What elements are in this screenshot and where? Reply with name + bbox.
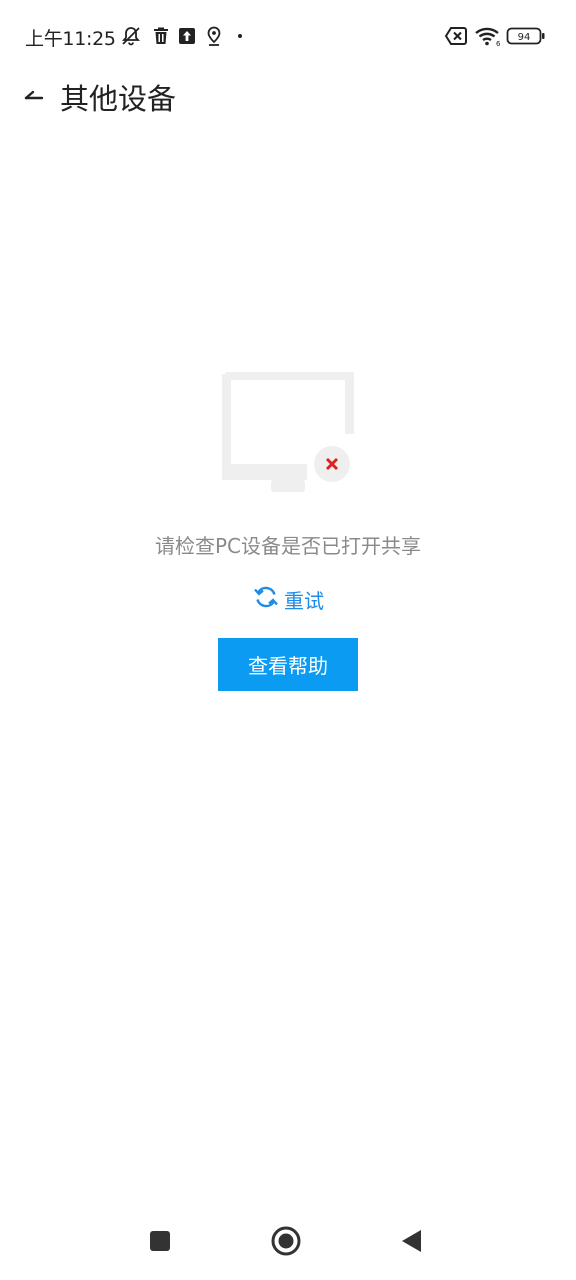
home-icon — [270, 1225, 302, 1261]
recent-apps-button[interactable] — [140, 1223, 180, 1263]
status-bar: 上午11:25 6 94 — [0, 0, 576, 72]
system-nav-bar — [0, 1205, 576, 1280]
svg-text:6: 6 — [496, 40, 501, 47]
location-icon — [203, 25, 225, 47]
monitor-error-icon — [219, 368, 357, 496]
battery-level: 94 — [518, 32, 531, 43]
retry-label: 重试 — [284, 588, 324, 613]
home-button[interactable] — [266, 1223, 306, 1263]
app-bar: 其他设备 — [0, 72, 576, 120]
dot-icon — [229, 25, 251, 47]
wifi-icon: 6 — [474, 25, 502, 48]
back-arrow-icon — [22, 82, 46, 110]
back-icon — [399, 1228, 423, 1258]
empty-state-message: 请检查PC设备是否已打开共享 — [154, 534, 422, 558]
page-title: 其他设备 — [60, 82, 177, 116]
recent-apps-icon — [148, 1229, 172, 1257]
view-help-button[interactable]: 查看帮助 — [218, 638, 358, 691]
bell-off-icon — [120, 25, 142, 47]
battery-icon: 94 — [506, 25, 546, 47]
back-button[interactable] — [14, 78, 54, 114]
retry-button[interactable]: 重试 — [252, 584, 324, 614]
trash-icon — [150, 25, 172, 47]
sim-off-icon — [444, 25, 468, 47]
nav-back-button[interactable] — [391, 1223, 431, 1263]
refresh-icon — [252, 583, 280, 615]
status-time: 上午11:25 — [25, 28, 116, 50]
upload-icon — [176, 25, 198, 47]
